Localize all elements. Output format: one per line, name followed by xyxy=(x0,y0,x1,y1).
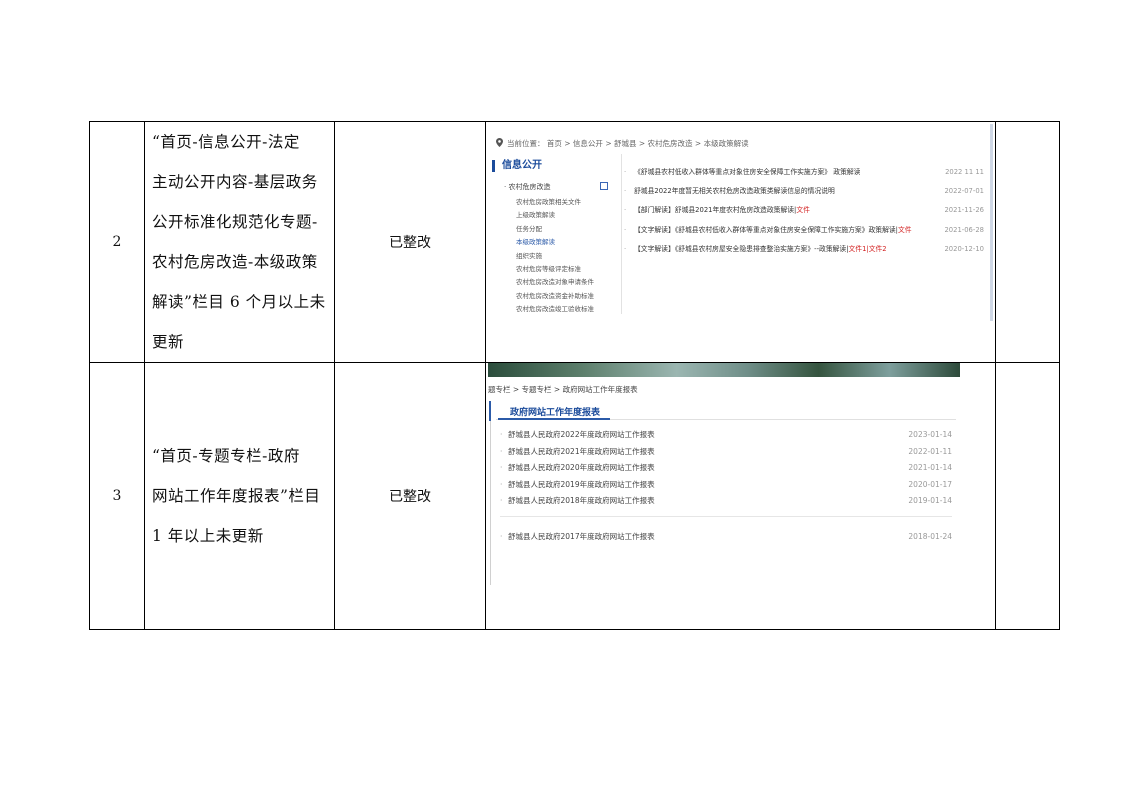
breadcrumb-text: 当前位置： 首页 > 信息公开 > 舒城县 > 农村危房改造 > 本级政策解读 xyxy=(507,139,749,148)
sidebar-item[interactable]: 农村危房等级评定标准 xyxy=(516,263,594,276)
location-pin-icon xyxy=(496,138,503,147)
news-title[interactable]: 【部门解读】舒城县2021年度农村危房改造政策解读| xyxy=(634,206,796,214)
news-date: 2022-07-01 xyxy=(944,187,984,196)
list-item[interactable]: · 舒城县人民政府2017年度政府网站工作报表 2018-01-24 xyxy=(500,529,952,546)
list-item[interactable]: · 舒城县2022年度暂无相关农村危房改造政策类解读信息的情况说明 2022-07-… xyxy=(624,182,984,201)
rectification-table: 2 “首页-信息公开-法定 主动公开内容-基层政务 公开标准化规范化专题- 农村… xyxy=(89,121,1060,630)
bullet-icon: · xyxy=(624,168,627,176)
report-title[interactable]: 舒城县人民政府2020年度政府网站工作报表 xyxy=(508,460,655,477)
divider xyxy=(621,154,622,314)
bullet-icon: · xyxy=(500,463,503,473)
report-page-screenshot: 题专栏 > 专题专栏 > 政府网站工作年度报表 政府网站工作年度报表 · 舒城县人… xyxy=(488,363,960,585)
list-item[interactable]: · 舒城县人民政府2022年度政府网站工作报表 2023-01-14 xyxy=(500,427,952,444)
news-date: 2021-06-28 xyxy=(944,225,984,234)
desc-line: 主动公开内容-基层政务 xyxy=(152,173,318,191)
news-list: · 《舒城县农村低收入群体等重点对象住房安全保障工作实施方案》 政策解读 2022 … xyxy=(624,163,984,259)
news-attachment[interactable]: 文件1|文件2 xyxy=(849,245,887,253)
news-attachment[interactable]: 文件 xyxy=(796,206,810,214)
heading-underline xyxy=(498,418,610,420)
bullet-icon: · xyxy=(624,187,627,196)
news-title[interactable]: 【文字解读】《舒城县农村房屋安全隐患排查整治实施方案》--政策解读| xyxy=(634,245,849,253)
sidebar-item[interactable]: 组织实施 xyxy=(516,250,594,263)
status-cell: 已整改 xyxy=(334,121,486,363)
row-number: 3 xyxy=(89,362,145,630)
news-title[interactable]: 【文字解读】《舒城县农村低收入群体等重点对象住房安全保障工作实施方案》政策解读| xyxy=(634,226,898,234)
sidebar-list: 农村危房政策相关文件 上级政策解读 任务分配 本级政策解读 组织实施 农村危房等… xyxy=(516,196,594,317)
desc-line: 农村危房改造-本级政策 xyxy=(152,253,318,271)
sidebar-item-selected[interactable]: 本级政策解读 xyxy=(516,236,594,249)
list-item[interactable]: · 【文字解读】《舒城县农村房屋安全隐患排查整治实施方案》--政策解读|文件1|文… xyxy=(624,240,984,259)
divider xyxy=(490,401,491,585)
bullet-icon: · xyxy=(500,531,503,541)
row-number: 2 xyxy=(89,121,145,363)
list-item[interactable]: · 【部门解读】舒城县2021年度农村危房改造政策解读|文件 2021-11-26 xyxy=(624,201,984,220)
issue-description: “首页-专题专栏-政府 网站工作年度报表”栏目 1 年以上未更新 xyxy=(144,362,335,630)
table-row: 3 “首页-专题专栏-政府 网站工作年度报表”栏目 1 年以上未更新 已整改 题… xyxy=(89,362,1060,630)
report-date: 2020-01-17 xyxy=(908,479,952,489)
collapse-box-icon[interactable] xyxy=(600,182,608,190)
bullet-icon: · xyxy=(624,225,627,234)
divider xyxy=(500,515,952,525)
report-date: 2019-01-14 xyxy=(908,496,952,506)
desc-line: “首页-专题专栏-政府 xyxy=(152,447,300,465)
news-date: 2021-11-26 xyxy=(944,206,984,215)
desc-line: 解读”栏目 6 个月以上未 xyxy=(152,293,326,311)
list-item[interactable]: · 舒城县人民政府2018年度政府网站工作报表 2019-01-14 xyxy=(500,493,952,510)
sidebar-item[interactable]: 上级政策解读 xyxy=(516,209,594,222)
bullet-icon: · xyxy=(500,430,503,439)
banner-image xyxy=(488,363,960,377)
breadcrumb: 题专栏 > 专题专栏 > 政府网站工作年度报表 xyxy=(488,385,638,394)
list-item[interactable]: · 《舒城县农村低收入群体等重点对象住房安全保障工作实施方案》 政策解读 2022 … xyxy=(624,163,984,182)
status-cell: 已整改 xyxy=(334,362,486,630)
list-item[interactable]: · 【文字解读】《舒城县农村低收入群体等重点对象住房安全保障工作实施方案》政策解读… xyxy=(624,221,984,240)
report-date: 2018-01-24 xyxy=(908,531,952,541)
sidebar-title: 信息公开 xyxy=(492,160,542,172)
report-title[interactable]: 舒城县人民政府2021年度政府网站工作报表 xyxy=(508,444,655,461)
screenshot-cell: 题专栏 > 专题专栏 > 政府网站工作年度报表 政府网站工作年度报表 · 舒城县人… xyxy=(485,362,996,630)
section-heading: 政府网站工作年度报表 xyxy=(510,408,601,418)
section-marker xyxy=(489,401,491,421)
report-date: 2022-01-11 xyxy=(908,446,952,456)
report-list: · 舒城县人民政府2022年度政府网站工作报表 2023-01-14 · 舒城县人民政… xyxy=(500,427,952,546)
desc-line: 1 年以上未更新 xyxy=(152,527,264,545)
sidebar-item[interactable]: 农村危房政策相关文件 xyxy=(516,196,594,209)
news-attachment[interactable]: 文件 xyxy=(898,226,912,234)
list-item[interactable]: · 舒城县人民政府2020年度政府网站工作报表 2021-01-14 xyxy=(500,460,952,477)
report-date: 2023-01-14 xyxy=(908,430,952,439)
report-title[interactable]: 舒城县人民政府2017年度政府网站工作报表 xyxy=(508,529,655,546)
report-title[interactable]: 舒城县人民政府2022年度政府网站工作报表 xyxy=(508,427,655,444)
list-item[interactable]: · 舒城县人民政府2019年度政府网站工作报表 2020-01-17 xyxy=(500,477,952,494)
sidebar-item[interactable]: 农村危房改造竣工验收标准 xyxy=(516,303,594,316)
news-title[interactable]: 舒城县2022年度暂无相关农村危房改造政策类解读信息的情况说明 xyxy=(634,187,835,195)
desc-line: “首页-信息公开-法定 xyxy=(152,133,300,151)
sidebar-item[interactable]: 农村危房改造资金补助标准 xyxy=(516,290,594,303)
report-title[interactable]: 舒城县人民政府2019年度政府网站工作报表 xyxy=(508,477,655,494)
bullet-icon: · xyxy=(624,244,627,253)
report-title[interactable]: 舒城县人民政府2018年度政府网站工作报表 xyxy=(508,493,655,510)
bullet-icon: · xyxy=(500,446,503,456)
report-date: 2021-01-14 xyxy=(908,463,952,473)
list-item[interactable]: · 舒城县人民政府2021年度政府网站工作报表 2022-01-11 xyxy=(500,444,952,461)
desc-line: 网站工作年度报表”栏目 xyxy=(152,487,321,505)
news-date: 2022 11 11 xyxy=(945,168,984,176)
policy-page-screenshot: 当前位置： 首页 > 信息公开 > 舒城县 > 农村危房改造 > 本级政策解读 … xyxy=(488,124,993,321)
news-date: 2020-12-10 xyxy=(944,244,984,253)
remarks-cell xyxy=(995,121,1060,363)
bullet-icon: · xyxy=(500,496,503,506)
bullet-icon: · xyxy=(500,479,503,489)
sidebar-category[interactable]: · 农村危房改造 xyxy=(504,182,550,192)
screenshot-cell: 当前位置： 首页 > 信息公开 > 舒城县 > 农村危房改造 > 本级政策解读 … xyxy=(485,121,996,363)
sidebar-item[interactable]: 农村危房改造对象申请条件 xyxy=(516,276,594,289)
bullet-icon: · xyxy=(624,206,627,215)
issue-description: “首页-信息公开-法定 主动公开内容-基层政务 公开标准化规范化专题- 农村危房… xyxy=(144,121,335,363)
breadcrumb: 当前位置： 首页 > 信息公开 > 舒城县 > 农村危房改造 > 本级政策解读 xyxy=(496,138,749,149)
desc-line: 更新 xyxy=(152,333,185,351)
news-title[interactable]: 《舒城县农村低收入群体等重点对象住房安全保障工作实施方案》 政策解读 xyxy=(634,168,860,176)
scrollbar xyxy=(990,124,993,321)
remarks-cell xyxy=(995,362,1060,630)
sidebar-item[interactable]: 任务分配 xyxy=(516,223,594,236)
table-row: 2 “首页-信息公开-法定 主动公开内容-基层政务 公开标准化规范化专题- 农村… xyxy=(89,121,1060,363)
desc-line: 公开标准化规范化专题- xyxy=(152,213,318,231)
